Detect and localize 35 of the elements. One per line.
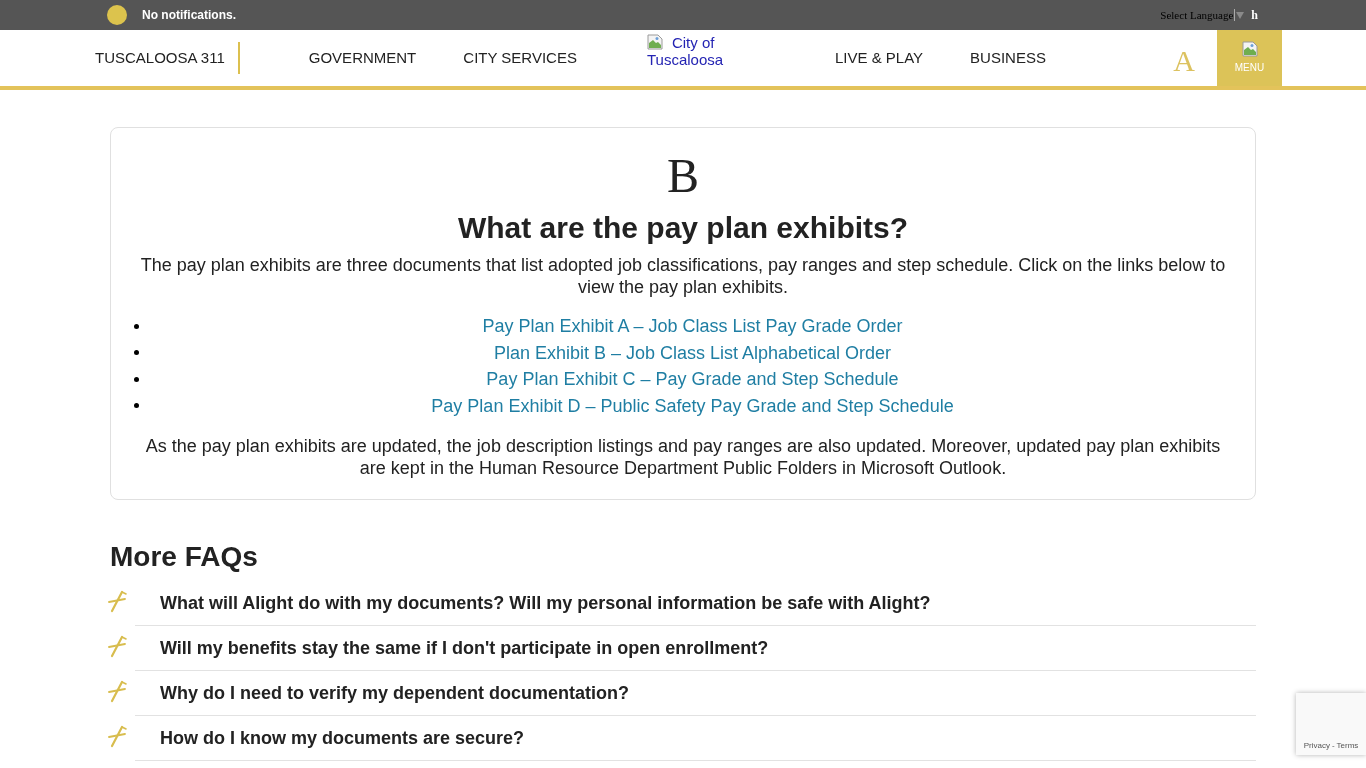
quill-icon [107, 725, 127, 749]
section-heading: More FAQs [110, 540, 259, 574]
intro-text: The pay plan exhibits are three documents that list adopted job classifications, pay ranges and step schedule. Click on the links below to view the pay plan exhibits. [139, 254, 1227, 298]
privacy-link[interactable]: Privacy [1303, 741, 1330, 751]
bullet-icon [134, 323, 139, 329]
quill-icon [107, 590, 127, 614]
nav-link[interactable]: BUSINESS [970, 46, 1046, 70]
bullet-icon [134, 376, 139, 382]
bullet-icon [134, 350, 139, 356]
nav-link[interactable]: CITY SERVICES [463, 46, 577, 70]
broken-image-icon [646, 34, 663, 50]
separator-text: - [1331, 741, 1335, 751]
exhibit-link[interactable]: Plan Exhibit B – Job Class List Alphabetical Order [493, 341, 892, 364]
letter-heading: B [667, 152, 699, 200]
faq-question-link[interactable]: What will Alight do with my documents? Will my personal information be safe with Alight? [160, 592, 931, 614]
notification-text: No notifications. [142, 7, 236, 24]
caret-icon [1236, 11, 1245, 19]
toolbar-link[interactable]: h [1251, 6, 1258, 24]
closing-text: As the pay plan exhibits are updated, the job description listings and pay ranges are also updated. Moreover, updated pay plan exhibits are kept in the Human Resource Department Public Folders in Microsoft Outlook. [144, 436, 1222, 479]
quill-icon [107, 635, 127, 659]
bullet-icon [134, 403, 139, 409]
quill-icon [107, 680, 127, 704]
nav-link[interactable]: LIVE & PLAY [834, 46, 924, 70]
exhibit-link[interactable]: Pay Plan Exhibit C – Pay Grade and Step Schedule [486, 368, 899, 391]
home-link[interactable]: TUSCALOOSA 311 [95, 46, 225, 70]
faq-question-link[interactable]: How do I know my documents are secure? [160, 727, 525, 749]
exhibit-link[interactable]: Pay Plan Exhibit A – Job Class List Pay Grade Order [482, 315, 903, 338]
exhibit-link[interactable]: Pay Plan Exhibit D – Public Safety Pay Grade and Step Schedule [431, 394, 954, 417]
faq-question-link[interactable]: Why do I need to verify my dependent documentation? [160, 682, 630, 704]
broken-image-icon [1241, 41, 1258, 57]
nav-link[interactable]: GOVERNMENT [308, 46, 417, 70]
logo-link[interactable]: City of Tuscaloosa [646, 34, 767, 68]
terms-link[interactable]: Terms [1336, 741, 1359, 751]
faq-question-link[interactable]: Will my benefits stay the same if I don't participate in open enrollment? [160, 637, 769, 659]
question-heading: What are the pay plan exhibits? [457, 210, 909, 246]
